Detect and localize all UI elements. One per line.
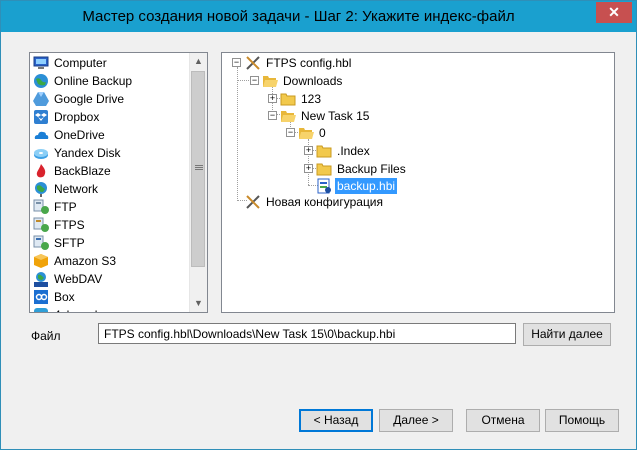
title-bar: Мастер создания новой задачи - Шаг 2: Ук… [1,1,636,32]
source-label: Box [54,290,75,304]
find-next-button[interactable]: Найти далее [523,323,611,346]
source-item-computer[interactable]: Computer [30,54,185,72]
source-item-sftp[interactable]: SFTP [30,234,185,252]
expand-toggle[interactable]: + [304,146,313,155]
cancel-button[interactable]: Отмена [466,409,540,432]
source-label: BackBlaze [54,164,111,178]
storage-source-list: Computer Online Backup Google Drive Drop… [29,52,208,313]
next-button[interactable]: Далее > [379,409,453,432]
back-button[interactable]: < Назад [299,409,373,432]
folder-open-icon [299,128,314,139]
help-button[interactable]: Помощь [545,409,619,432]
window-title: Мастер создания новой задачи - Шаг 2: Ук… [82,8,515,25]
expand-toggle[interactable]: + [304,164,313,173]
source-label: Computer [54,56,107,70]
tree-node-label-selected: backup.hbi [335,178,398,194]
expand-toggle[interactable]: + [268,94,277,103]
scroll-down-arrow-icon[interactable]: ▼ [190,295,207,312]
file-label: Файл [31,329,61,343]
sftp-icon [33,235,49,250]
collapse-toggle[interactable]: − [250,76,259,85]
folder-open-icon [263,76,278,87]
4shared-icon [34,308,48,312]
tree-node-label: New Task 15 [301,109,370,123]
source-label: WebDAV [54,272,103,286]
source-item-online-backup[interactable]: Online Backup [30,72,185,90]
folder-icon [280,93,296,106]
tree-connector [237,67,238,201]
tree-node-label: .Index [337,144,370,158]
source-label: Dropbox [54,110,100,124]
grip-icon [195,165,203,166]
source-label: FTPS [54,218,85,232]
box-icon [34,290,48,304]
webdav-icon [34,272,48,287]
tree-node-label: 0 [319,126,326,140]
source-item-onedrive[interactable]: OneDrive [30,126,185,144]
tree-node-label: Downloads [283,74,343,88]
tree-node-label: 123 [301,92,322,106]
wizard-content: Computer Online Backup Google Drive Drop… [8,32,629,442]
tree-node-label: FTPS config.hbl [266,56,352,70]
source-item-webdav[interactable]: WebDAV [30,270,185,288]
folder-open-icon [281,111,296,122]
amazon-s3-icon [34,254,48,268]
scrollbar-thumb[interactable] [191,71,205,267]
storage-source-items: Computer Online Backup Google Drive Drop… [30,53,185,312]
source-item-ftp[interactable]: FTP [30,198,185,216]
onedrive-icon [34,131,49,139]
google-drive-icon [33,92,49,106]
yandex-disk-icon [34,149,48,159]
dropbox-icon [34,110,48,124]
close-button[interactable]: ✕ [596,2,632,23]
source-item-google-drive[interactable]: Google Drive [30,90,185,108]
config-tools-icon [246,195,260,209]
file-path-input[interactable] [98,323,516,344]
source-label: Online Backup [54,74,133,88]
computer-icon [33,56,49,69]
folder-icon [316,145,332,158]
collapse-toggle[interactable]: − [286,128,295,137]
source-label: Google Drive [54,92,125,106]
source-label: Yandex Disk [54,146,121,160]
collapse-toggle[interactable]: − [232,58,241,67]
source-label: SFTP [54,236,85,250]
source-item-amazon-s3[interactable]: Amazon S3 [30,252,185,270]
wizard-window: Мастер создания новой задачи - Шаг 2: Ук… [0,0,637,450]
ftps-icon [33,217,49,232]
collapse-toggle[interactable]: − [268,111,277,120]
source-item-ftps[interactable]: FTPS [30,216,185,234]
config-tools-icon [246,56,260,70]
source-label: FTP [54,200,77,214]
scroll-up-arrow-icon[interactable]: ▲ [190,53,207,70]
folder-tree: − − + − − + + FTPS config.hbl Downloads … [221,52,615,313]
tree-node-label: Backup Files [337,162,406,176]
source-item-box[interactable]: Box [30,288,185,306]
source-item-4shared[interactable]: 4shared [30,306,185,312]
backblaze-icon [36,164,46,178]
globe-icon [34,74,48,88]
index-file-icon [317,178,331,194]
source-label: Amazon S3 [54,254,117,268]
folder-icon [316,163,332,176]
source-label: 4shared [54,308,97,312]
source-item-dropbox[interactable]: Dropbox [30,108,185,126]
source-label: OneDrive [54,128,105,142]
source-label: Network [54,182,99,196]
source-item-backblaze[interactable]: BackBlaze [30,162,185,180]
tree-node-label: Новая конфигурация [266,195,384,209]
source-item-yandex-disk[interactable]: Yandex Disk [30,144,185,162]
source-list-scrollbar[interactable]: ▲ ▼ [189,53,207,312]
network-icon [35,182,47,197]
ftp-icon [33,199,49,214]
source-item-network[interactable]: Network [30,180,185,198]
